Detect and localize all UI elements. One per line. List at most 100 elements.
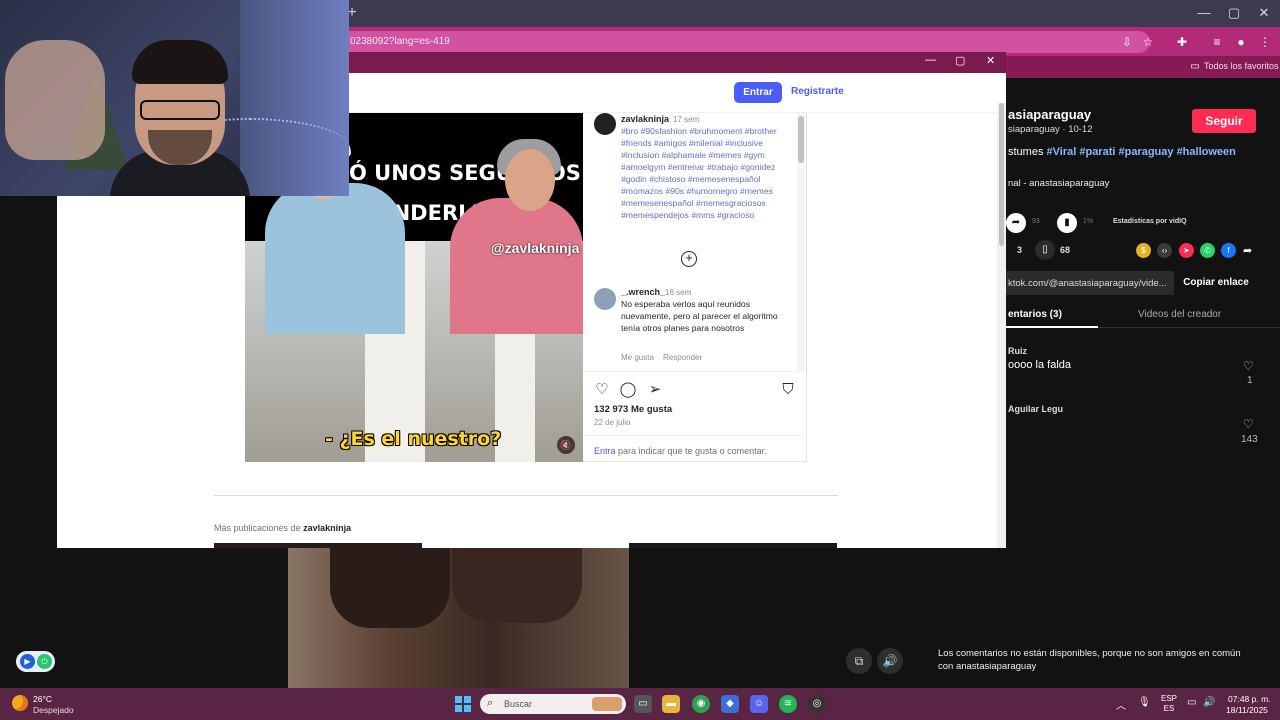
video-description: stumes #Viral #parati #paraguay #hallowe… <box>1008 146 1236 158</box>
media-icon[interactable]: ≡ <box>1208 33 1226 51</box>
send-icon[interactable]: ➤ <box>1179 243 1194 258</box>
close-button[interactable]: ✕ <box>1249 4 1279 22</box>
clock-time[interactable]: 07:48 p. m. <box>1228 694 1271 704</box>
windows-icon[interactable] <box>455 696 471 712</box>
post-panel: zavlakninja 17 sem #bro #90sfashion #bru… <box>583 113 807 462</box>
comment-user[interactable]: Aguilar Legu <box>1008 404 1063 414</box>
follow-button[interactable]: Seguir <box>1192 109 1256 133</box>
all-bookmarks-link[interactable]: Todos los favoritos <box>1204 61 1279 71</box>
search-icon: ⌕ <box>487 697 494 709</box>
active-tab-indicator <box>1006 326 1098 328</box>
more-share-icon[interactable]: ➦ <box>1243 244 1252 257</box>
file-explorer-icon[interactable]: ▬ <box>662 695 680 713</box>
install-app-icon[interactable]: ⇩ <box>1118 33 1136 51</box>
avatar[interactable] <box>594 288 616 310</box>
small-count: 93 <box>1032 218 1040 225</box>
share-icon[interactable]: ➢ <box>646 381 664 399</box>
popup-maximize-button[interactable]: ▢ <box>955 54 965 67</box>
menu-dots-icon[interactable]: ⋮ <box>1256 33 1274 51</box>
chrome-icon[interactable]: ◉ <box>692 695 710 713</box>
popup-minimize-button[interactable]: — <box>925 54 936 66</box>
tab-creator-videos[interactable]: Videos del creador <box>1138 309 1221 320</box>
plus-icon[interactable]: + <box>681 251 697 267</box>
post-time: 17 sem <box>673 115 700 124</box>
heart-icon[interactable]: ♡ <box>1243 417 1254 431</box>
star-icon[interactable]: ☆ <box>1139 33 1157 51</box>
register-link[interactable]: Registrarte <box>791 86 844 97</box>
post-hashtags[interactable]: #bro #90sfashion #bruhmoment #brother #f… <box>621 125 791 221</box>
task-view-icon[interactable]: ▭ <box>634 695 652 713</box>
video-frame-shape <box>330 548 450 628</box>
microphone-icon[interactable]: 🎙 <box>1138 697 1151 708</box>
weather-temperature[interactable]: 26°C <box>33 694 52 704</box>
obs-icon[interactable]: ◎ <box>808 695 826 713</box>
post-thumbnail[interactable] <box>214 543 422 548</box>
copy-link-button[interactable]: Copiar enlace <box>1174 271 1258 295</box>
comments-unavailable-text: Los comentarios no están disponibles, po… <box>938 648 1241 672</box>
comment-time: 16 sem <box>665 288 692 297</box>
clock-date[interactable]: 18/11/2025 <box>1226 705 1268 715</box>
scene-person-head <box>505 149 555 211</box>
scroll-thumb[interactable] <box>999 103 1004 246</box>
address-bar[interactable] <box>330 31 1150 53</box>
volume-icon[interactable]: 🔊 <box>877 648 903 674</box>
more-posts-user[interactable]: zavlakninja <box>303 523 351 533</box>
comment-like-link[interactable]: Me gusta <box>621 353 654 362</box>
comments-scroll-thumb[interactable] <box>798 116 804 163</box>
profile-icon[interactable]: ● <box>1232 33 1250 51</box>
login-prompt-link[interactable]: Entra <box>594 446 616 456</box>
avatar[interactable] <box>594 113 616 135</box>
popup-close-button[interactable]: ✕ <box>986 54 995 67</box>
hashtags[interactable]: #Viral #parati #paraguay #halloween <box>1047 146 1236 158</box>
vidiq-stats-label[interactable]: Estadísticas por vidIQ <box>1113 218 1187 225</box>
bookmark-icon[interactable]: ▯ <box>1035 240 1055 260</box>
weather-condition[interactable]: Despejado <box>33 705 74 715</box>
folder-icon: ▭ <box>1190 61 1200 72</box>
extensions-icon[interactable]: ✚ <box>1173 33 1191 51</box>
heart-icon[interactable]: ♡ <box>593 381 611 399</box>
post-username[interactable]: zavlakninja <box>621 114 669 124</box>
post-thumbnail[interactable] <box>629 543 837 548</box>
heart-icon[interactable]: ♡ <box>1243 359 1254 373</box>
share-arrow-icon[interactable]: ➦ <box>1006 213 1026 233</box>
whatsapp-icon[interactable]: ✆ <box>1200 243 1215 258</box>
search-highlight-image <box>592 697 622 711</box>
discord-icon[interactable]: ☺ <box>750 695 768 713</box>
tab-comments[interactable]: entarios (3) <box>1008 309 1062 320</box>
video-link-text: ktok.com/@anastasiaparaguay/vide... <box>1008 278 1167 289</box>
author-name[interactable]: asiaparaguay <box>1008 107 1091 122</box>
volume-icon[interactable]: 🔊 <box>1203 697 1215 708</box>
app-icon[interactable]: ◆ <box>721 695 739 713</box>
login-button[interactable]: Entrar <box>734 82 782 103</box>
minimize-button[interactable]: — <box>1189 4 1219 22</box>
facebook-icon[interactable]: f <box>1221 243 1236 258</box>
post-date: 22 de julio <box>594 418 631 427</box>
vidiq-widget[interactable]: ▶ ⏻ <box>16 651 55 672</box>
comment-reply-link[interactable]: Responder <box>663 353 702 362</box>
percent-label: 1% <box>1083 218 1094 225</box>
maximize-button[interactable]: ▢ <box>1219 4 1249 22</box>
login-prompt: Entra para indicar que te gusta o coment… <box>583 435 807 462</box>
weather-icon[interactable] <box>12 695 28 711</box>
picture-in-picture-icon[interactable]: ⧉ <box>846 648 872 674</box>
like-count[interactable]: 132 973 Me gusta <box>594 404 672 415</box>
comment-username[interactable]: _.wrench_ <box>621 287 665 297</box>
sound-label[interactable]: nal - anastasiaparaguay <box>1008 178 1109 189</box>
network-icon[interactable]: ▭ <box>1187 697 1196 708</box>
scene-person <box>265 183 405 334</box>
chevron-up-icon[interactable]: ︿ <box>1116 697 1126 712</box>
comments-count: 3 <box>1017 245 1023 255</box>
comment-likes: 1 <box>1247 375 1253 386</box>
comment-user[interactable]: Ruiz <box>1008 346 1027 356</box>
stats-icon[interactable]: ▮ <box>1057 213 1077 233</box>
embed-icon[interactable]: ‹› <box>1157 243 1172 258</box>
person-glasses <box>140 100 220 120</box>
section-divider <box>214 495 838 496</box>
comment-icon[interactable]: ◯ <box>619 381 637 399</box>
mute-icon[interactable]: 🔇 <box>557 436 575 454</box>
bookmark-icon[interactable]: ⛉ <box>779 381 797 399</box>
coin-icon[interactable]: $ <box>1136 243 1151 258</box>
comments-list[interactable]: zavlakninja 17 sem #bro #90sfashion #bru… <box>583 113 805 372</box>
language-indicator[interactable]: ESP ES <box>1161 694 1177 714</box>
spotify-icon[interactable]: ≋ <box>779 695 797 713</box>
